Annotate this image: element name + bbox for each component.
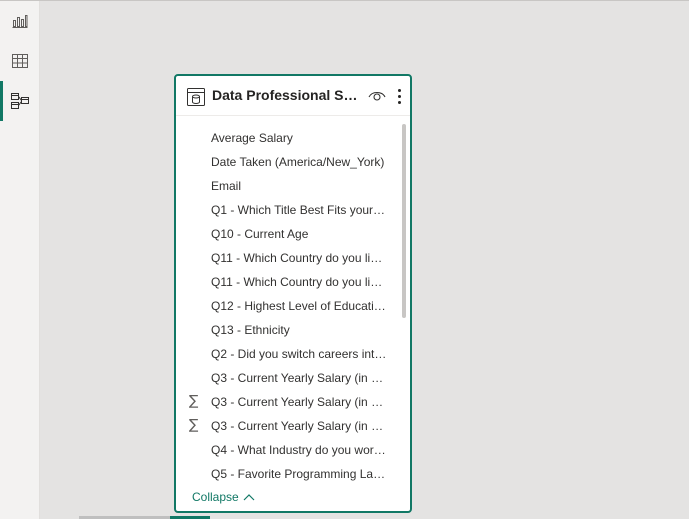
eye-icon[interactable]	[368, 89, 386, 103]
view-switcher-rail	[0, 1, 40, 519]
table-view-button[interactable]	[0, 41, 40, 81]
table-view-icon	[12, 54, 28, 68]
field-label: Q1 - Which Title Best Fits your Current …	[211, 203, 387, 217]
field-row[interactable]: Q3 - Current Yearly Salary (in USD)	[176, 366, 402, 390]
field-label: Date Taken (America/New_York)	[211, 155, 385, 169]
field-label: Q3 - Current Yearly Salary (in USD) Max	[211, 395, 387, 409]
report-view-icon	[12, 15, 28, 28]
field-label: Q4 - What Industry do you work in?	[211, 443, 387, 457]
field-row[interactable]: ∑ Q3 - Current Yearly Salary (in USD) Min	[176, 414, 402, 438]
field-row[interactable]: Email	[176, 174, 402, 198]
field-label: Q11 - Which Country do you live in?	[211, 251, 387, 265]
collapse-button[interactable]: Collapse	[192, 488, 255, 506]
field-label: Q10 - Current Age	[211, 227, 309, 241]
table-card[interactable]: Data Professional Survey Average Salary D…	[174, 74, 412, 513]
field-row[interactable]: Average Salary	[176, 126, 402, 150]
field-row[interactable]: Q2 - Did you switch careers into Data?	[176, 342, 402, 366]
table-title: Data Professional Survey	[212, 87, 366, 103]
field-label: Q2 - Did you switch careers into Data?	[211, 347, 387, 361]
field-label: Q3 - Current Yearly Salary (in USD)	[211, 371, 387, 385]
report-view-button[interactable]	[0, 1, 40, 41]
model-view-button[interactable]	[0, 81, 40, 121]
field-row[interactable]: Q10 - Current Age	[176, 222, 402, 246]
field-row[interactable]: Date Taken (America/New_York)	[176, 150, 402, 174]
table-card-header[interactable]: Data Professional Survey	[176, 76, 410, 116]
more-options-icon[interactable]	[395, 88, 403, 106]
field-row[interactable]: Q12 - Highest Level of Education	[176, 294, 402, 318]
sigma-icon: ∑	[189, 393, 199, 409]
field-row[interactable]: Q4 - What Industry do you work in?	[176, 438, 402, 462]
top-border	[0, 0, 689, 1]
field-row[interactable]: Q11 - Which Country do you live in? (Oth…	[176, 270, 402, 294]
field-row[interactable]: Q1 - Which Title Best Fits your Current …	[176, 198, 402, 222]
field-label: Q3 - Current Yearly Salary (in USD) Min	[211, 419, 387, 433]
field-label: Email	[211, 179, 242, 193]
model-view-icon	[11, 93, 29, 109]
field-row[interactable]: Q11 - Which Country do you live in?	[176, 246, 402, 270]
field-row[interactable]: Q5 - Favorite Programming Language	[176, 462, 402, 486]
field-row[interactable]: ∑ Q3 - Current Yearly Salary (in USD) Max	[176, 390, 402, 414]
field-label: Q11 - Which Country do you live in? (Oth…	[211, 275, 387, 289]
field-label: Q5 - Favorite Programming Language	[211, 467, 387, 481]
field-label: Q12 - Highest Level of Education	[211, 299, 387, 313]
field-label: Q13 - Ethnicity	[211, 323, 290, 337]
collapse-label: Collapse	[192, 490, 239, 504]
table-icon	[187, 88, 205, 106]
field-list: Average Salary Date Taken (America/New_Yo…	[176, 126, 410, 486]
field-row[interactable]: Q13 - Ethnicity	[176, 318, 402, 342]
sigma-icon: ∑	[189, 417, 199, 433]
chevron-up-icon	[243, 494, 255, 501]
field-list-scrollbar[interactable]	[402, 124, 406, 318]
field-label: Average Salary	[211, 131, 293, 145]
